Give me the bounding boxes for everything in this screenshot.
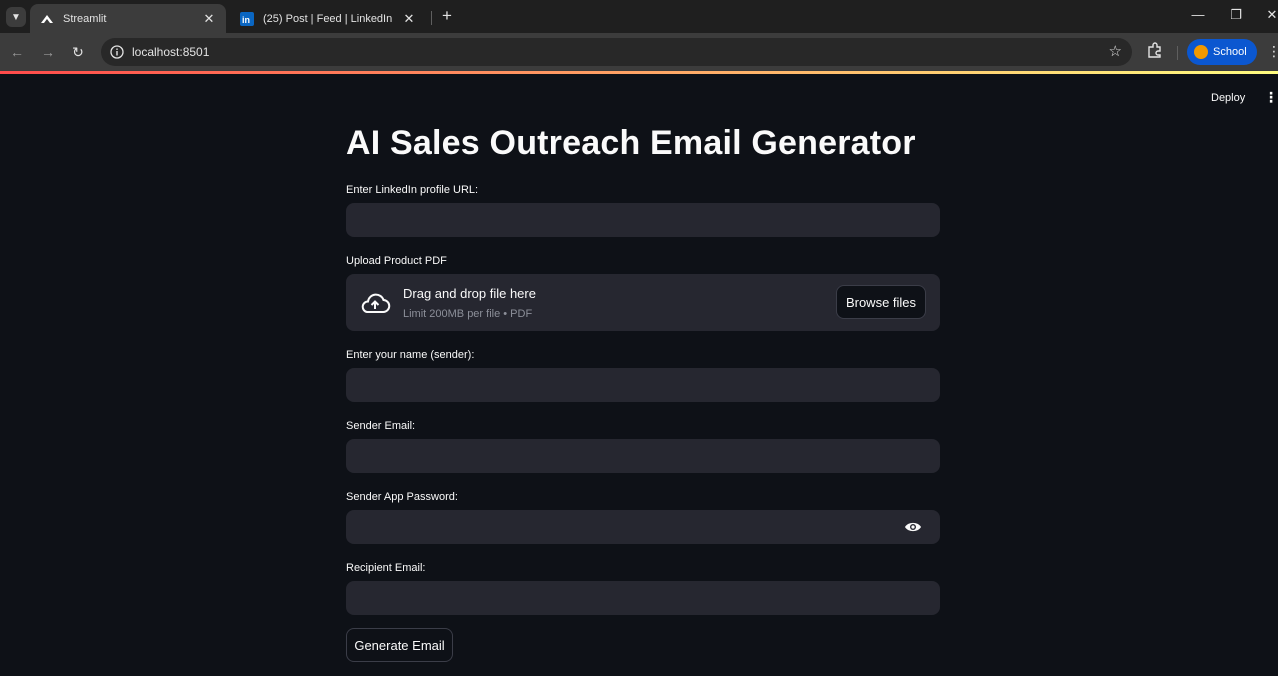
sender-password-label: Sender App Password: [346, 491, 458, 503]
linkedin-url-input[interactable] [346, 203, 940, 237]
close-icon[interactable]: ✕ [402, 11, 416, 27]
linkedin-url-label: Enter LinkedIn profile URL: [346, 184, 479, 196]
svg-text:in: in [242, 15, 250, 25]
page-title: AI Sales Outreach Email Generator [346, 124, 916, 162]
sender-password-input[interactable] [346, 510, 940, 544]
tab-title: (25) Post | Feed | LinkedIn [263, 12, 393, 25]
app-menu-icon[interactable]: ⋮ [1264, 89, 1278, 107]
url-text[interactable]: localhost:8501 [132, 45, 209, 59]
info-icon[interactable] [109, 44, 125, 60]
generate-email-button[interactable]: Generate Email [346, 628, 453, 662]
extensions-puzzle-icon[interactable] [1146, 41, 1166, 61]
reload-icon[interactable]: ↻ [68, 42, 88, 62]
streamlit-icon [40, 12, 54, 26]
recipient-email-input[interactable] [346, 581, 940, 615]
tab-divider [431, 11, 432, 25]
sender-email-label: Sender Email: [346, 420, 416, 432]
eye-icon[interactable] [904, 520, 922, 534]
browser-toolbar: ← → ↻ localhost:8501 ☆ School ⋮ [0, 33, 1278, 71]
deploy-button[interactable]: Deploy [1211, 92, 1245, 104]
recipient-email-label: Recipient Email: [346, 562, 426, 574]
tab-title: Streamlit [63, 12, 107, 25]
sender-email-input[interactable] [346, 439, 940, 473]
forward-arrow-icon[interactable]: → [38, 42, 58, 62]
tab-linkedin[interactable]: in (25) Post | Feed | LinkedIn ✕ [230, 4, 426, 33]
sender-name-input[interactable] [346, 368, 940, 402]
chevron-down-icon: ▼ [11, 11, 21, 23]
upload-pdf-label: Upload Product PDF [346, 255, 447, 267]
cloud-upload-icon [359, 291, 391, 315]
avatar [1194, 45, 1208, 59]
dropzone-instructions: Drag and drop file here [403, 286, 536, 301]
back-arrow-icon[interactable]: ← [7, 42, 27, 62]
sender-name-label: Enter your name (sender): [346, 349, 475, 361]
dropzone-limit-text: Limit 200MB per file • PDF [403, 308, 533, 320]
tab-streamlit[interactable]: Streamlit ✕ [30, 4, 226, 33]
toolbar-divider [1177, 46, 1178, 60]
close-icon[interactable]: ✕ [202, 11, 216, 27]
restore-icon[interactable]: ❐ [1226, 7, 1246, 23]
minimize-icon[interactable]: — [1188, 7, 1208, 22]
tab-search-button[interactable]: ▼ [6, 7, 26, 27]
browser-menu-icon[interactable]: ⋮ [1267, 43, 1278, 60]
profile-chip[interactable]: School [1187, 39, 1257, 65]
browse-files-button[interactable]: Browse files [836, 285, 926, 319]
linkedin-icon: in [240, 11, 254, 26]
bookmark-star-icon[interactable]: ☆ [1109, 42, 1122, 60]
file-dropzone[interactable]: Drag and drop file here Limit 200MB per … [346, 274, 940, 331]
profile-label: School [1213, 46, 1247, 58]
close-window-icon[interactable]: ✕ [1262, 7, 1278, 23]
header-decoration-bar [0, 71, 1278, 74]
address-bar[interactable]: localhost:8501 ☆ [101, 38, 1132, 66]
new-tab-button[interactable]: + [438, 6, 456, 26]
browser-tab-strip: ▼ Streamlit ✕ in (25) Post | Feed | Link… [0, 0, 1278, 33]
